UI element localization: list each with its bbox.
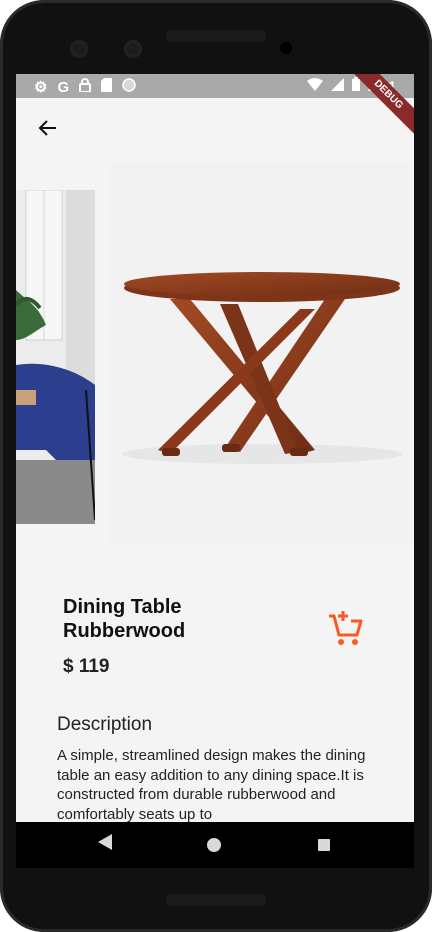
product-image-carousel[interactable]	[16, 164, 414, 544]
lock-icon	[79, 78, 92, 96]
system-navigation-bar	[16, 822, 414, 868]
earpiece-speaker	[166, 30, 266, 42]
phone-frame: ⚙ G DEBUG Dining Table Rubberwood $ 119 …	[0, 0, 432, 932]
bottom-speaker	[166, 894, 266, 906]
signal-icon	[330, 77, 344, 94]
description-text: A simple, streamlined design makes the d…	[57, 747, 366, 822]
product-price: $ 119	[63, 656, 110, 677]
main-product-image[interactable]	[110, 164, 414, 544]
triangle-back-icon	[98, 834, 112, 850]
proximity-sensor	[280, 42, 292, 54]
settings-icon: ⚙	[34, 79, 48, 96]
app-screen: ⚙ G DEBUG Dining Table Rubberwood $ 119 …	[16, 74, 414, 822]
description-heading: Description	[57, 714, 153, 735]
back-button[interactable]	[34, 114, 62, 142]
front-sensor	[124, 40, 142, 58]
nav-recents-button[interactable]	[318, 839, 330, 851]
status-bar: ⚙ G DEBUG	[16, 74, 414, 144]
front-camera	[70, 40, 88, 58]
nav-back-button[interactable]	[98, 834, 112, 855]
wifi-icon	[306, 77, 323, 94]
battery-icon	[351, 77, 360, 94]
product-name: Dining Table Rubberwood	[63, 596, 186, 642]
add-shopping-cart-icon	[329, 611, 363, 645]
arrow-back-icon	[38, 120, 56, 136]
phone-top-bezel	[0, 0, 432, 74]
previous-product-image[interactable]	[16, 190, 95, 524]
add-to-cart-button[interactable]	[323, 606, 367, 650]
status-left-icons: ⚙ G	[34, 78, 136, 96]
sim-card-icon	[101, 78, 113, 96]
google-icon: G	[57, 78, 70, 96]
nav-home-button[interactable]	[207, 838, 221, 852]
circle-icon	[122, 78, 136, 96]
